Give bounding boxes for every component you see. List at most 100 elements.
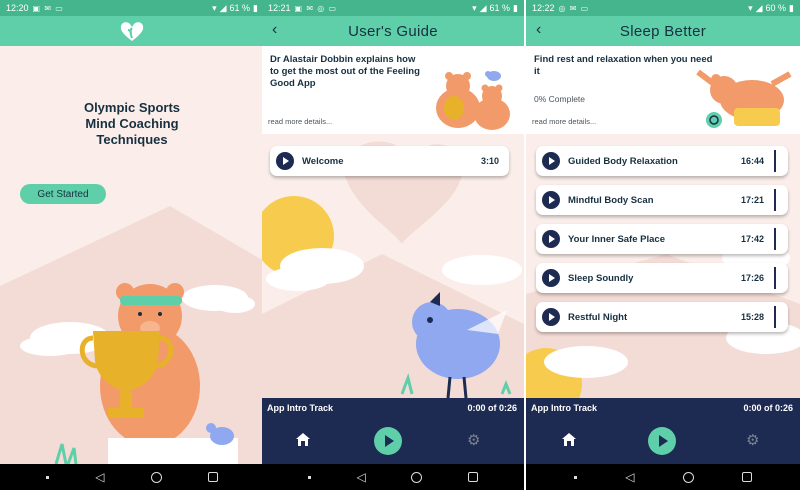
- track-duration: 17:21: [740, 195, 764, 205]
- get-started-button[interactable]: Get Started: [20, 184, 106, 204]
- gear-icon[interactable]: ⚙: [467, 431, 480, 449]
- app-bar: [0, 16, 264, 46]
- progress-text: 0% Complete: [534, 94, 586, 104]
- app-bar: ‹ Sleep Better: [526, 16, 800, 46]
- recents-square-icon[interactable]: [207, 472, 218, 482]
- battery-level: 61 %: [489, 3, 511, 13]
- app-bar: ‹ User's Guide: [262, 16, 524, 46]
- play-icon[interactable]: [542, 308, 560, 326]
- play-icon[interactable]: [276, 152, 294, 170]
- battery-icon: ▮: [513, 2, 518, 13]
- track-name: Sleep Soundly: [568, 272, 634, 284]
- status-right: ▾ ◢ 60 % ▮: [748, 3, 794, 14]
- sleep-intro-text: Find rest and relaxation when you need i…: [534, 54, 713, 77]
- audio-player: App Intro Track 0:00 of 0:26 ⚙: [526, 398, 800, 464]
- signal-icon: ◢: [479, 2, 487, 13]
- play-icon[interactable]: [542, 269, 560, 287]
- track-divider: [774, 267, 776, 289]
- status-bar: 12:22 ◎ ✉ ▭ ▾ ◢ 60 % ▮: [526, 0, 800, 16]
- android-nav-bar: ◁: [526, 464, 800, 490]
- guide-intro-text: Dr Alastair Dobbin explains how to get t…: [270, 54, 420, 89]
- signal-icon: ◢: [755, 2, 763, 13]
- battery-level: 61 %: [229, 3, 251, 13]
- read-more-link[interactable]: read more details...: [268, 117, 332, 126]
- wifi-icon: ▾: [212, 2, 217, 13]
- bears-illustration: [436, 71, 510, 130]
- sleeping-bear-illustration: [696, 70, 792, 128]
- track-divider: [774, 306, 776, 328]
- track-row[interactable]: Restful Night 15:28: [536, 302, 788, 332]
- track-name: Restful Night: [568, 311, 628, 323]
- player-time: 0:00 of 0:26: [743, 403, 793, 413]
- status-time: 12:21: [268, 3, 291, 13]
- home-circle-icon[interactable]: [411, 471, 423, 483]
- player-time: 0:00 of 0:26: [467, 403, 517, 413]
- track-row[interactable]: Sleep Soundly 17:26: [536, 263, 788, 293]
- android-nav-bar: ◁: [262, 464, 524, 490]
- track-divider: [774, 228, 776, 250]
- status-bar: 12:21 ▣ ✉ ◎ ▭ ▾ ◢ 61 % ▮: [262, 0, 524, 16]
- track-row[interactable]: Mindful Body Scan 17:21: [536, 185, 788, 215]
- track-row-welcome[interactable]: Welcome 3:10: [270, 146, 509, 176]
- nav-menu-dot-icon: [307, 475, 311, 479]
- track-divider: [774, 150, 776, 172]
- phone-screen-users-guide: 12:21 ▣ ✉ ◎ ▭ ▾ ◢ 61 % ▮ ‹ User's Guide …: [262, 0, 524, 490]
- status-time: 12:22: [532, 3, 555, 13]
- wifi-icon: ▾: [472, 2, 477, 13]
- play-icon[interactable]: [542, 152, 560, 170]
- status-notification-icons: ◎ ✉ ▭: [558, 3, 590, 13]
- sleep-background: Guided Body Relaxation 16:44 Mindful Body …: [526, 134, 800, 398]
- welcome-heading: Olympic Sports Mind Coaching Techniques: [83, 100, 181, 147]
- track-duration: 15:28: [740, 312, 764, 322]
- status-right: ▾ ◢ 61 % ▮: [472, 3, 518, 14]
- nav-menu-dot-icon: [574, 475, 578, 479]
- battery-level: 60 %: [765, 3, 787, 13]
- battery-icon: ▮: [789, 2, 794, 13]
- heart-leaf-icon: [120, 22, 144, 41]
- track-name: Your Inner Safe Place: [568, 233, 665, 245]
- back-arrow-icon[interactable]: ‹: [536, 21, 541, 39]
- track-row[interactable]: Guided Body Relaxation 16:44: [536, 146, 788, 176]
- back-triangle-icon[interactable]: ◁: [625, 470, 634, 484]
- android-nav-bar: ◁: [0, 464, 264, 490]
- track-row[interactable]: Your Inner Safe Place 17:42: [536, 224, 788, 254]
- play-icon[interactable]: [542, 191, 560, 209]
- home-icon[interactable]: [561, 432, 577, 447]
- recents-square-icon[interactable]: [741, 472, 752, 482]
- page-title: Sleep Better: [619, 22, 707, 40]
- track-name: Welcome: [302, 155, 344, 167]
- phone-screen-sleep-better: 12:22 ◎ ✉ ▭ ▾ ◢ 60 % ▮ ‹ Sleep Better Fi…: [526, 0, 800, 490]
- sleep-header-panel: Find rest and relaxation when you need i…: [526, 46, 800, 134]
- player-track-title: App Intro Track: [267, 403, 334, 413]
- status-right: ▾ ◢ 61 % ▮: [212, 3, 258, 14]
- back-triangle-icon[interactable]: ◁: [95, 470, 104, 484]
- recents-square-icon[interactable]: [468, 472, 479, 482]
- track-divider: [774, 189, 776, 211]
- play-icon[interactable]: [542, 230, 560, 248]
- home-icon[interactable]: [295, 432, 311, 447]
- status-time: 12:20: [6, 3, 29, 13]
- battery-icon: ▮: [253, 2, 258, 13]
- play-button[interactable]: [648, 427, 676, 455]
- status-bar: 12:20 ▣ ✉ ▭ ▾ ◢ 61 % ▮: [0, 0, 264, 16]
- read-more-link[interactable]: read more details...: [532, 117, 596, 126]
- gear-icon[interactable]: ⚙: [746, 431, 759, 449]
- welcome-body: Olympic Sports Mind Coaching Techniques …: [0, 46, 264, 464]
- guide-header-panel: Dr Alastair Dobbin explains how to get t…: [262, 46, 524, 134]
- signal-icon: ◢: [219, 2, 227, 13]
- back-triangle-icon[interactable]: ◁: [357, 470, 366, 484]
- phone-screen-welcome: 12:20 ▣ ✉ ▭ ▾ ◢ 61 % ▮ Olympic Sports Mi…: [0, 0, 264, 490]
- track-duration: 17:42: [740, 234, 764, 244]
- audio-player: App Intro Track 0:00 of 0:26 ⚙: [262, 398, 524, 464]
- track-name: Mindful Body Scan: [568, 194, 654, 206]
- track-duration: 3:10: [480, 156, 499, 166]
- play-button[interactable]: [374, 427, 402, 455]
- status-notification-icons: ▣ ✉ ▭: [32, 3, 64, 13]
- track-duration: 17:26: [740, 273, 764, 283]
- player-track-title: App Intro Track: [531, 403, 598, 413]
- track-name: Guided Body Relaxation: [568, 155, 678, 167]
- home-circle-icon[interactable]: [682, 471, 694, 483]
- page-title: User's Guide: [348, 22, 438, 40]
- home-circle-icon[interactable]: [150, 471, 162, 483]
- back-arrow-icon[interactable]: ‹: [272, 21, 277, 39]
